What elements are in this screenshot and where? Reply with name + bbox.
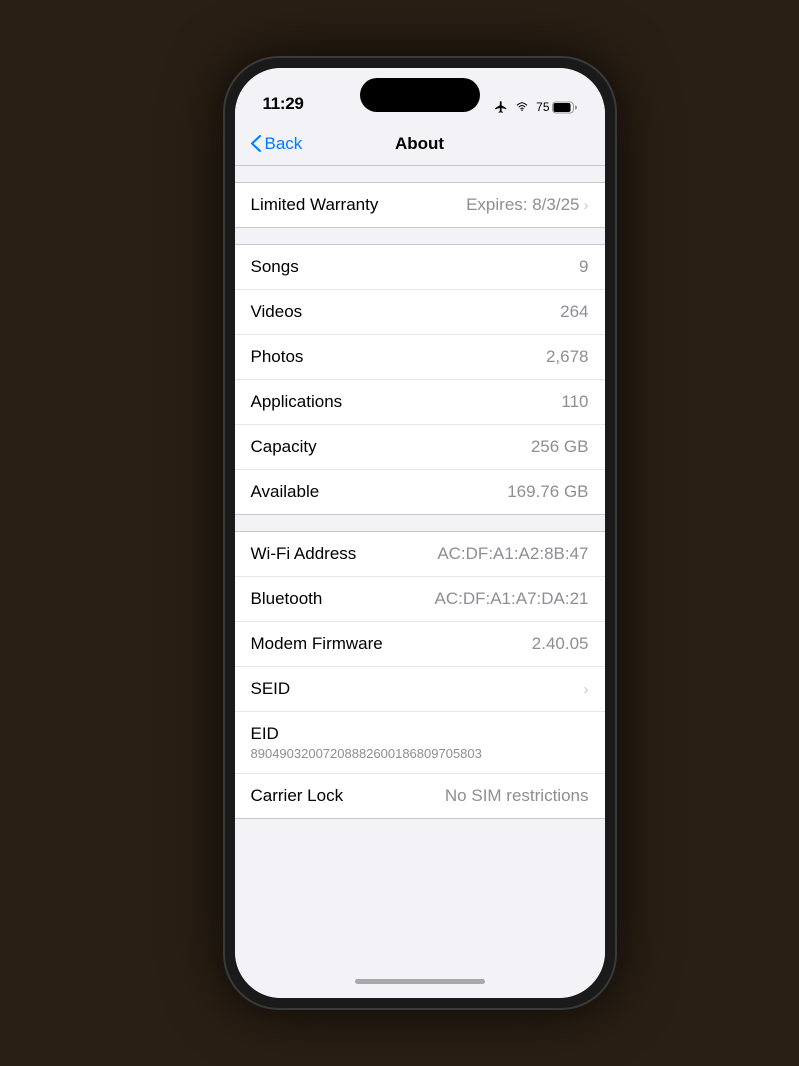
videos-row: Videos 264: [235, 290, 605, 335]
videos-value: 264: [560, 302, 588, 322]
seid-label: SEID: [251, 679, 291, 699]
carrier-lock-label: Carrier Lock: [251, 786, 344, 806]
photos-label: Photos: [251, 347, 304, 367]
applications-label: Applications: [251, 392, 343, 412]
photos-value: 2,678: [546, 347, 589, 367]
eid-label: EID: [251, 724, 279, 744]
dynamic-island: [360, 78, 480, 112]
bluetooth-row: Bluetooth AC:DF:A1:A7:DA:21: [235, 577, 605, 622]
warranty-section: Limited Warranty Expires: 8/3/25 ›: [235, 182, 605, 228]
capacity-row: Capacity 256 GB: [235, 425, 605, 470]
bluetooth-label: Bluetooth: [251, 589, 323, 609]
battery-icon: 75: [536, 100, 576, 114]
capacity-label: Capacity: [251, 437, 317, 457]
carrier-lock-row: Carrier Lock No SIM restrictions: [235, 774, 605, 818]
nav-title: About: [395, 134, 444, 154]
songs-value: 9: [579, 257, 588, 277]
videos-label: Videos: [251, 302, 303, 322]
available-label: Available: [251, 482, 320, 502]
seid-row[interactable]: SEID ›: [235, 667, 605, 712]
modem-firmware-label: Modem Firmware: [251, 634, 383, 654]
wifi-address-row: Wi-Fi Address AC:DF:A1:A2:8B:47: [235, 532, 605, 577]
status-icons: 75: [494, 100, 576, 114]
applications-value: 110: [561, 392, 588, 412]
phone-screen: 11:29 75: [235, 68, 605, 998]
wifi-icon: [514, 101, 530, 113]
available-row: Available 169.76 GB: [235, 470, 605, 514]
battery-percent: 75: [536, 100, 549, 114]
modem-firmware-row: Modem Firmware 2.40.05: [235, 622, 605, 667]
eid-row: EID 89049032007208882600186809705803: [235, 712, 605, 774]
songs-label: Songs: [251, 257, 299, 277]
wifi-address-label: Wi-Fi Address: [251, 544, 357, 564]
home-indicator: [235, 964, 605, 998]
wifi-address-value: AC:DF:A1:A2:8B:47: [437, 544, 588, 564]
warranty-label: Limited Warranty: [251, 195, 379, 215]
eid-value: 89049032007208882600186809705803: [251, 746, 482, 761]
seid-chevron-icon: ›: [584, 681, 589, 698]
phone-device: 11:29 75: [225, 58, 615, 1008]
media-section: Songs 9 Videos 264 Photos 2,678 Applicat…: [235, 244, 605, 515]
home-bar: [355, 979, 485, 984]
applications-row: Applications 110: [235, 380, 605, 425]
back-button[interactable]: Back: [251, 134, 303, 154]
airplane-icon: [494, 100, 508, 114]
nav-bar: Back About: [235, 122, 605, 166]
warranty-chevron-icon: ›: [584, 197, 589, 214]
warranty-row[interactable]: Limited Warranty Expires: 8/3/25 ›: [235, 183, 605, 227]
back-label: Back: [265, 134, 303, 154]
warranty-value: Expires: 8/3/25 ›: [466, 195, 588, 215]
modem-firmware-value: 2.40.05: [532, 634, 589, 654]
carrier-lock-value: No SIM restrictions: [445, 786, 589, 806]
network-section: Wi-Fi Address AC:DF:A1:A2:8B:47 Bluetoot…: [235, 531, 605, 819]
photos-row: Photos 2,678: [235, 335, 605, 380]
back-chevron-icon: [251, 135, 261, 152]
status-bar: 11:29 75: [235, 68, 605, 122]
bluetooth-value: AC:DF:A1:A7:DA:21: [434, 589, 588, 609]
content-area[interactable]: Limited Warranty Expires: 8/3/25 › Songs…: [235, 166, 605, 964]
songs-row: Songs 9: [235, 245, 605, 290]
available-value: 169.76 GB: [507, 482, 588, 502]
status-time: 11:29: [263, 94, 304, 114]
seid-value: ›: [584, 681, 589, 698]
capacity-value: 256 GB: [531, 437, 589, 457]
battery-body-icon: [552, 101, 577, 114]
